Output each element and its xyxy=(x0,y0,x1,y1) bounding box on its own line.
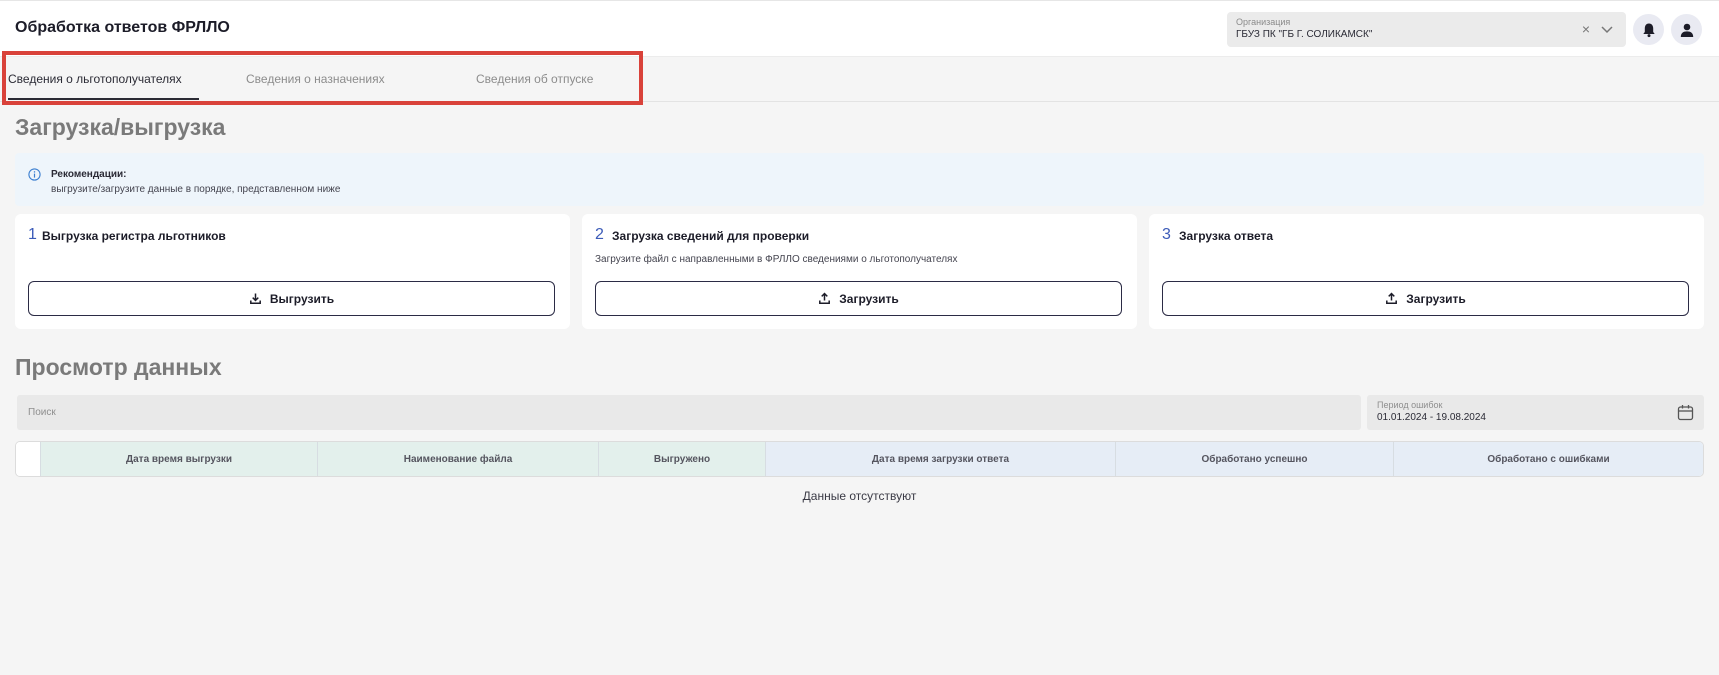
step-number: 1 xyxy=(28,226,37,243)
step-title: Загрузка сведений для проверки xyxy=(612,229,810,243)
column-header[interactable]: Наименование файла xyxy=(318,442,599,476)
data-section-title: Просмотр данных xyxy=(15,354,222,380)
column-header[interactable]: Дата время загрузки ответа xyxy=(766,442,1116,476)
upload-check-button[interactable]: Загрузить xyxy=(595,281,1122,316)
empty-table-message: Данные отсутствуют xyxy=(802,489,917,503)
column-header[interactable]: Обработано с ошибками xyxy=(1394,442,1703,476)
recommendation-text: выгрузите/загрузите данные в порядке, пр… xyxy=(51,184,341,195)
tab-dispensing[interactable]: Сведения об отпуске xyxy=(476,72,593,100)
step-card-export-registry: 1 Выгрузка регистра льготников Выгрузить xyxy=(15,214,570,329)
page-title: Обработка ответов ФРЛЛО xyxy=(15,19,230,36)
error-period-field[interactable]: Период ошибок 01.01.2024 - 19.08.2024 xyxy=(1367,395,1704,430)
organization-value: ГБУЗ ПК "ГБ Г. СОЛИКАМСК" xyxy=(1236,29,1373,40)
user-icon xyxy=(1680,23,1693,37)
column-header[interactable]: Дата время выгрузки xyxy=(41,442,318,476)
close-icon[interactable]: × xyxy=(1582,21,1590,37)
top-bar: Обработка ответов ФРЛЛО Организация ГБУЗ… xyxy=(0,0,1719,57)
search-input[interactable]: Поиск xyxy=(17,395,1361,430)
bell-icon xyxy=(1642,23,1655,37)
info-icon xyxy=(28,168,41,181)
step-number: 2 xyxy=(595,226,604,243)
step-title: Загрузка ответа xyxy=(1179,229,1274,243)
upload-check-button-label: Загрузить xyxy=(839,291,899,306)
step-card-upload-check: 2 Загрузка сведений для проверки Загрузи… xyxy=(582,214,1137,329)
download-icon xyxy=(249,293,261,305)
export-button[interactable]: Выгрузить xyxy=(28,281,555,316)
export-button-label: Выгрузить xyxy=(269,291,335,306)
organization-select[interactable]: Организация ГБУЗ ПК "ГБ Г. СОЛИКАМСК" × xyxy=(1227,12,1626,47)
calendar-icon[interactable] xyxy=(1677,404,1694,421)
upload-response-button-label: Загрузить xyxy=(1406,291,1466,306)
error-period-value: 01.01.2024 - 19.08.2024 xyxy=(1377,412,1486,423)
step-card-upload-response: 3 Загрузка ответа Загрузить xyxy=(1149,214,1704,329)
upload-response-button[interactable]: Загрузить xyxy=(1162,281,1689,316)
upload-icon xyxy=(819,292,831,305)
organization-label: Организация xyxy=(1236,17,1291,27)
tab-prescriptions[interactable]: Сведения о назначениях xyxy=(246,72,385,100)
tab-beneficiaries[interactable]: Сведения о льготополучателях xyxy=(8,72,199,100)
step-number: 3 xyxy=(1162,226,1171,243)
notifications-button[interactable] xyxy=(1633,14,1664,45)
step-title: Выгрузка регистра льготников xyxy=(42,229,226,243)
error-period-label: Период ошибок xyxy=(1377,400,1443,410)
select-column-header[interactable] xyxy=(16,442,41,476)
chevron-down-icon[interactable] xyxy=(1600,22,1614,36)
recommendation-title: Рекомендации: xyxy=(51,169,127,180)
column-header[interactable]: Обработано успешно xyxy=(1116,442,1394,476)
table-header: Дата время выгрузки Наименование файла В… xyxy=(15,441,1704,477)
tabs-bar: Сведения о льготополучателях Сведения о … xyxy=(0,57,1719,102)
profile-button[interactable] xyxy=(1671,14,1702,45)
recommendation-banner: Рекомендации: выгрузите/загрузите данные… xyxy=(15,153,1704,206)
column-header[interactable]: Выгружено xyxy=(599,442,766,476)
upload-section-title: Загрузка/выгрузка xyxy=(15,114,226,140)
step-description: Загрузите файл с направленными в ФРЛЛО с… xyxy=(595,254,958,265)
upload-icon xyxy=(1386,292,1398,305)
